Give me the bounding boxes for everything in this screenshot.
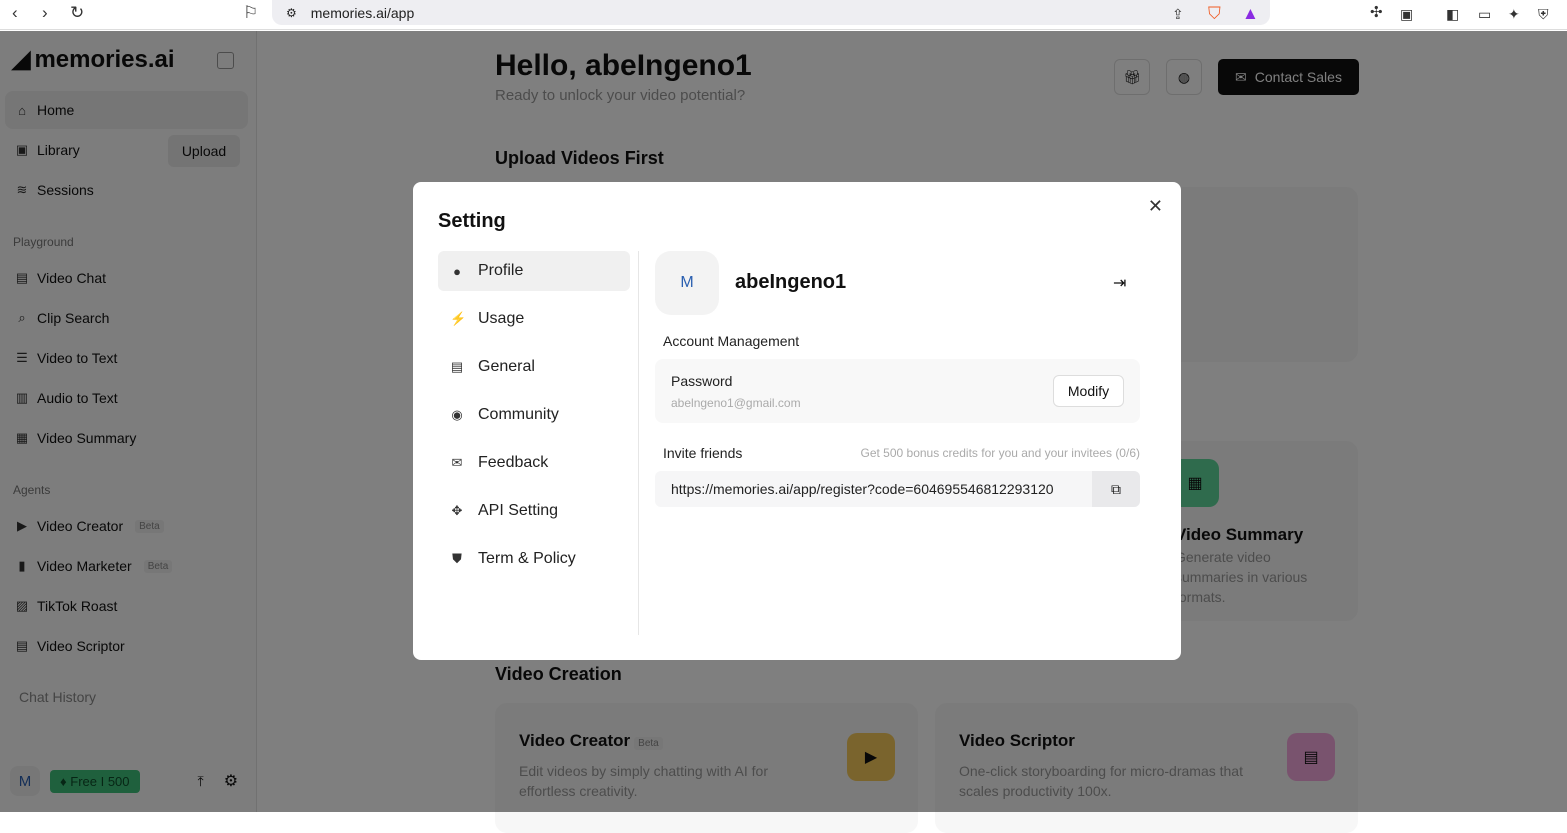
invite-label: Invite friends (663, 445, 743, 461)
bookmark-icon[interactable]: ⚐ (243, 3, 258, 23)
password-label: Password (671, 373, 733, 389)
forward-icon[interactable]: › (42, 3, 48, 23)
user-icon: ● (453, 263, 461, 279)
close-icon[interactable]: ✕ (1148, 196, 1163, 217)
divider (638, 251, 639, 635)
settings-menu: ● Profile ⚡ Usage ▤ General ◉ Community ✉ Fee… (438, 251, 630, 587)
extensions-icon[interactable]: ✣ (1370, 3, 1383, 21)
brave-rewards-icon[interactable]: ▲ (1242, 4, 1259, 24)
shield-icon: ⛊ (452, 551, 462, 566)
api-icon: ✥ (451, 503, 463, 518)
lightning-icon: ⚡ (450, 311, 467, 326)
site-settings-icon[interactable]: ⚙ (286, 6, 297, 20)
menu-general[interactable]: ▤ General (438, 347, 630, 387)
discord-icon: ◉ (451, 407, 463, 422)
url-text: memories.ai/app (310, 4, 415, 21)
menu-label: Feedback (478, 454, 549, 471)
copy-button[interactable]: ⧉ (1092, 471, 1140, 507)
menu-api-setting[interactable]: ✥ API Setting (438, 491, 630, 531)
menu-label: Usage (478, 310, 525, 327)
invite-url: https://memories.ai/app/register?code=60… (671, 481, 1054, 497)
browser-toolbar: ‹ › ↻ ⚐ ⚙ memories.ai/app ⇪ ⛉ ▲ ✣ ▣ ◧ ▭ ✦… (0, 0, 1567, 30)
invite-link-field[interactable]: https://memories.ai/app/register?code=60… (655, 471, 1140, 507)
menu-label: Community (478, 406, 559, 423)
menu-community[interactable]: ◉ Community (438, 395, 630, 435)
modal-title: Setting (438, 210, 506, 232)
settings-modal: Setting ✕ ● Profile ⚡ Usage ▤ General ◉ Comm… (413, 182, 1181, 660)
reload-icon[interactable]: ↻ (70, 3, 84, 23)
menu-label: Term & Policy (478, 550, 576, 567)
address-bar[interactable]: ⚙ memories.ai/app (272, 0, 1270, 25)
modify-button[interactable]: Modify (1053, 375, 1124, 407)
profile-username: abeIngeno1 (735, 271, 847, 293)
share-icon[interactable]: ⇪ (1172, 6, 1184, 23)
sidebar-icon[interactable]: ◧ (1446, 6, 1459, 23)
reader-icon[interactable]: ▣ (1400, 6, 1413, 23)
password-row: Password abelngeno1@gmail.com Modify (655, 359, 1140, 423)
menu-label: Profile (478, 262, 524, 279)
account-management-label: Account Management (663, 333, 800, 349)
menu-label: General (478, 358, 535, 375)
profile-avatar: M (655, 251, 719, 315)
email-text: abelngeno1@gmail.com (671, 396, 801, 410)
message-icon: ▤ (450, 359, 464, 374)
back-icon[interactable]: ‹ (12, 3, 18, 23)
menu-profile[interactable]: ● Profile (438, 251, 630, 291)
logout-icon[interactable]: ⇥ (1113, 273, 1126, 293)
brave-shield-icon[interactable]: ⛉ (1208, 4, 1221, 24)
menu-term-policy[interactable]: ⛊ Term & Policy (438, 539, 630, 579)
copy-icon: ⧉ (1111, 480, 1121, 497)
menu-label: API Setting (478, 502, 559, 519)
menu-usage[interactable]: ⚡ Usage (438, 299, 630, 339)
menu-feedback[interactable]: ✉ Feedback (438, 443, 630, 483)
wallet-icon[interactable]: ▭ (1478, 6, 1491, 23)
leo-ai-icon[interactable]: ✦ (1508, 6, 1520, 23)
mail-icon: ✉ (451, 455, 463, 470)
invite-hint: Get 500 bonus credits for you and your i… (860, 446, 1141, 460)
vpn-icon[interactable]: ⛨ (1538, 6, 1549, 23)
